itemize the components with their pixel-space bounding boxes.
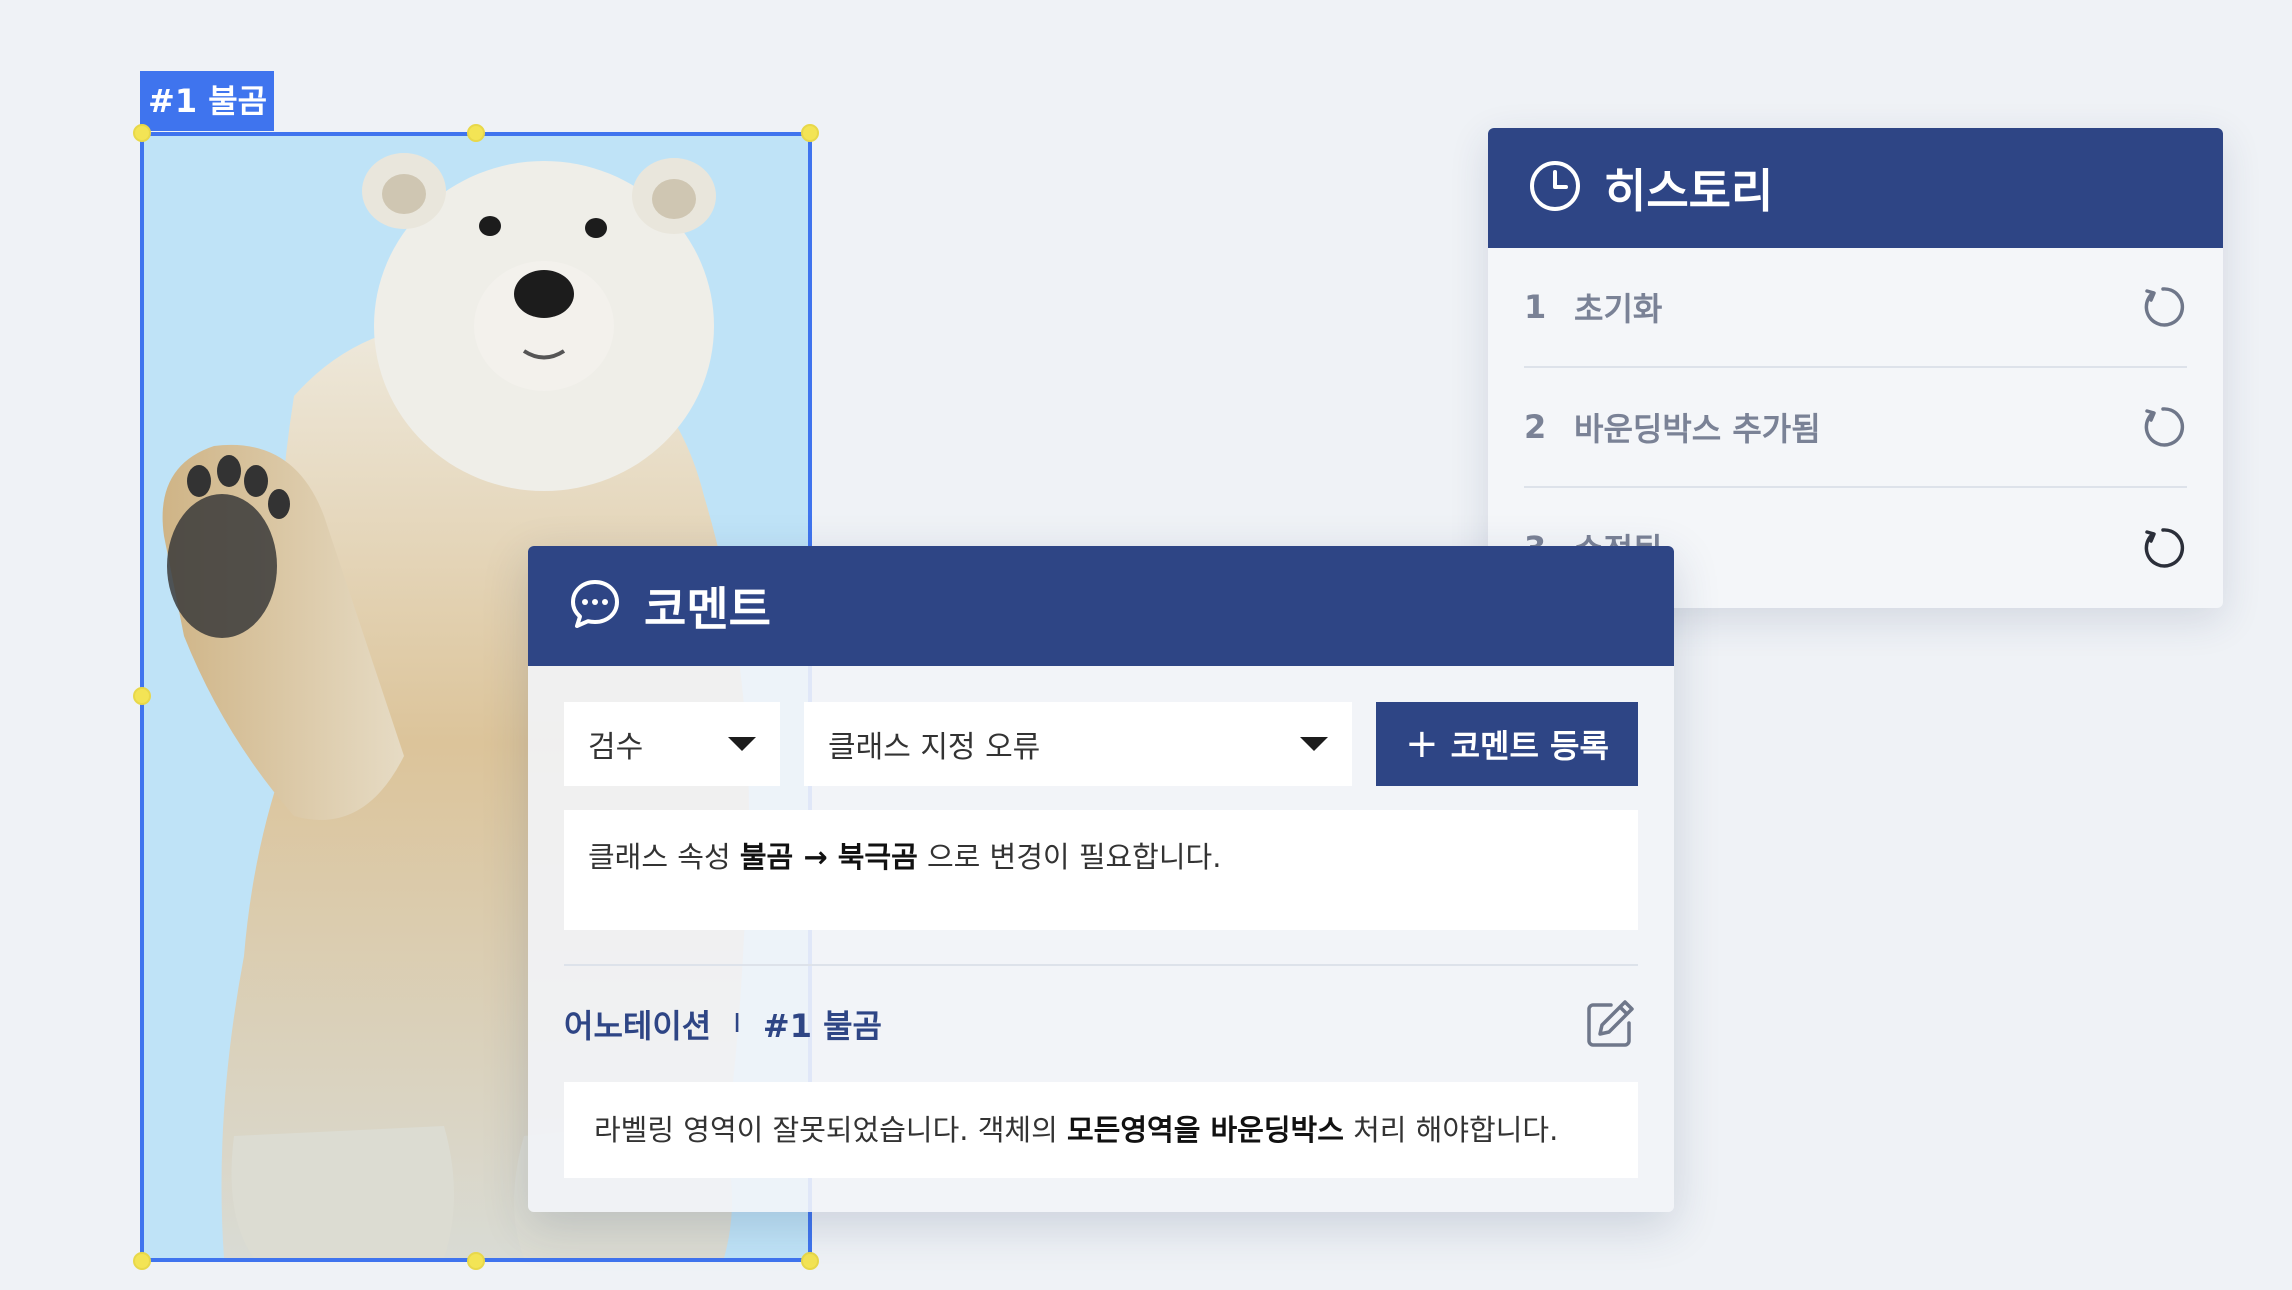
history-item: 1 초기화 bbox=[1524, 248, 2187, 368]
history-panel: 히스토리 1 초기화 2 바운딩박스 추가됨 3 bbox=[1488, 128, 2223, 608]
bbox-handle-top-left[interactable] bbox=[133, 124, 151, 142]
history-item-label: 초기화 bbox=[1574, 290, 1663, 328]
comment-text-area[interactable]: 클래스 속성 불곰 → 북극곰 으로 변경이 필요합니다. bbox=[564, 810, 1638, 930]
bbox-handle-middle-left[interactable] bbox=[133, 687, 151, 705]
bbox-handle-bottom-left[interactable] bbox=[133, 1252, 151, 1270]
undo-icon[interactable] bbox=[2139, 524, 2187, 572]
comment-submit-button[interactable]: + 코멘트 등록 bbox=[1376, 702, 1638, 786]
annotation-row: 어노테이션 I #1 불곰 bbox=[564, 966, 1638, 1082]
comment-reason-value: 클래스 지정 오류 bbox=[828, 730, 1041, 765]
annotation-comment-text: 라벨링 영역이 잘못되었습니다. 객체의 모든영역을 바운딩박스 처리 해야합니… bbox=[564, 1082, 1638, 1178]
undo-icon[interactable] bbox=[2139, 283, 2187, 331]
comment-text-to: 북극곰 bbox=[837, 840, 918, 874]
comment-controls: 검수 클래스 지정 오류 + 코멘트 등록 bbox=[564, 702, 1638, 786]
caret-down-icon bbox=[728, 737, 756, 751]
history-item-number: 1 bbox=[1524, 288, 1547, 326]
caret-down-icon bbox=[1300, 737, 1328, 751]
bbox-handle-bottom-middle[interactable] bbox=[467, 1252, 485, 1270]
chat-bubble-icon bbox=[568, 577, 622, 635]
undo-icon[interactable] bbox=[2139, 403, 2187, 451]
plus-icon: + bbox=[1405, 721, 1439, 767]
history-item: 2 바운딩박스 추가됨 bbox=[1524, 368, 2187, 488]
comment-panel: 코멘트 검수 클래스 지정 오류 + 코멘트 등록 클래스 속성 불곰 → 북극… bbox=[528, 546, 1674, 1212]
history-item-label: 바운딩박스 추가됨 bbox=[1574, 410, 1821, 448]
comment-text-suffix: 으로 변경이 필요합니다. bbox=[917, 840, 1222, 874]
comment-body: 검수 클래스 지정 오류 + 코멘트 등록 클래스 속성 불곰 → 북극곰 으로… bbox=[528, 666, 1674, 1178]
history-item-number: 2 bbox=[1524, 408, 1547, 446]
annotation-separator: I bbox=[733, 1009, 741, 1039]
comment-text-prefix: 클래스 속성 bbox=[588, 840, 740, 874]
comment-title: 코멘트 bbox=[644, 582, 771, 636]
comment-text-arrow: → bbox=[793, 840, 838, 874]
comment-submit-label: 코멘트 등록 bbox=[1450, 727, 1609, 765]
history-header: 히스토리 bbox=[1488, 128, 2223, 248]
annotation-label: 어노테이션 bbox=[564, 1007, 712, 1045]
annotation-target: #1 불곰 bbox=[762, 1007, 882, 1045]
comment-reason-select[interactable]: 클래스 지정 오류 bbox=[804, 702, 1352, 786]
comment-type-value: 검수 bbox=[588, 730, 644, 765]
annotation-text-suffix: 처리 해야합니다. bbox=[1343, 1113, 1559, 1147]
comment-type-select[interactable]: 검수 bbox=[564, 702, 780, 786]
clock-icon bbox=[1528, 159, 1582, 217]
bbox-handle-top-right[interactable] bbox=[801, 124, 819, 142]
comment-header: 코멘트 bbox=[528, 546, 1674, 666]
annotation-text-bold: 모든영역을 바운딩박스 bbox=[1066, 1113, 1344, 1147]
history-title: 히스토리 bbox=[1604, 164, 1774, 218]
bbox-class-label: #1 불곰 bbox=[140, 71, 274, 131]
comment-text-from: 불곰 bbox=[739, 840, 794, 874]
bbox-handle-top-middle[interactable] bbox=[467, 124, 485, 142]
annotation-text-prefix: 라벨링 영역이 잘못되었습니다. 객체의 bbox=[594, 1113, 1067, 1147]
edit-icon[interactable] bbox=[1582, 996, 1638, 1052]
bbox-handle-bottom-right[interactable] bbox=[801, 1252, 819, 1270]
